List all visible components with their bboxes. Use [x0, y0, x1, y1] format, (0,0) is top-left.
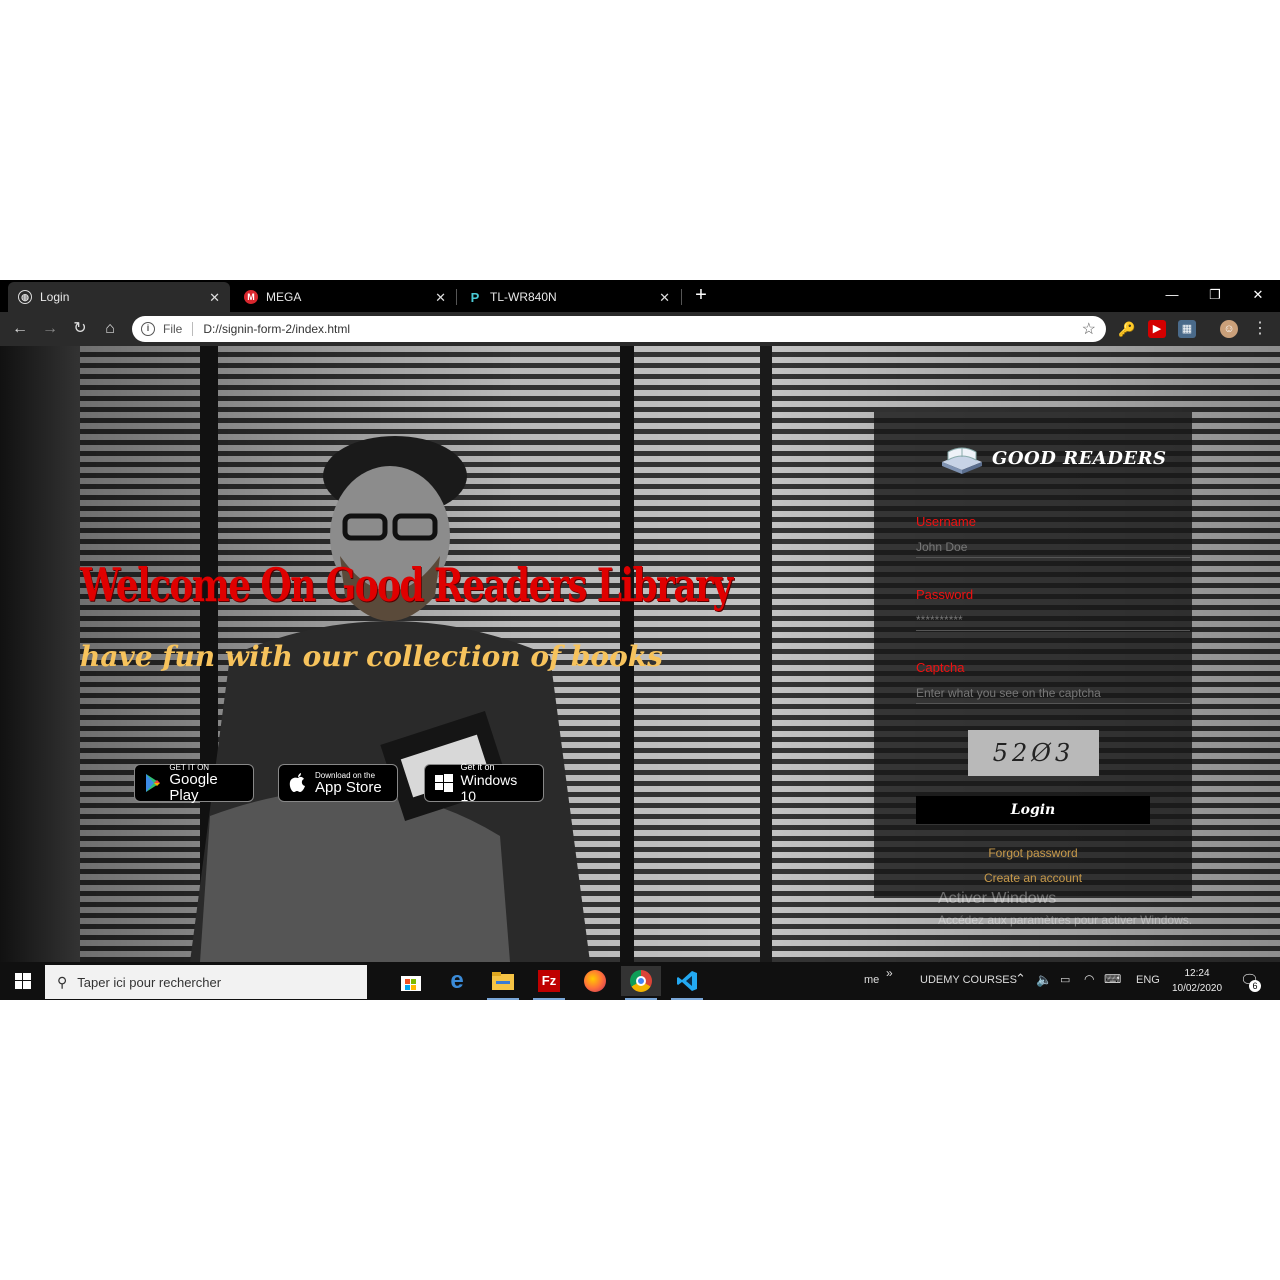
close-window-button[interactable]: ✕	[1238, 284, 1278, 306]
username-label: Username	[916, 514, 976, 529]
vscode-app-icon[interactable]	[667, 966, 707, 1000]
login-panel: GOOD READERS Username Password Captcha 5…	[874, 412, 1192, 898]
background-door	[0, 346, 80, 962]
globe-icon: ◍	[18, 290, 32, 304]
volume-icon[interactable]: 🔈	[1036, 972, 1052, 988]
app-store-badge[interactable]: Download on the App Store	[278, 764, 398, 802]
back-button[interactable]: ←	[8, 317, 32, 341]
captcha-input[interactable]	[916, 682, 1190, 704]
apple-icon	[287, 772, 309, 794]
windows-logo-icon	[14, 973, 31, 989]
background-pillar	[760, 346, 772, 962]
badge-small-text: Get it on	[460, 761, 495, 772]
taskbar-search-placeholder: Taper ici pour rechercher	[77, 974, 222, 990]
extension-icon[interactable]: ▦	[1178, 320, 1196, 338]
badge-big-text: Windows 10	[460, 771, 518, 804]
close-tab-icon[interactable]: ✕	[659, 290, 670, 306]
browser-toolbar: ← → ↻ ⌂ i File D://signin-form-2/index.h…	[0, 312, 1280, 346]
windows-taskbar: ⚲ Taper ici pour rechercher e Fz me » UD…	[0, 962, 1280, 1000]
minimize-button[interactable]: —	[1152, 284, 1192, 306]
mega-icon: M	[244, 290, 258, 304]
hero-title: Welcome On Good Readers Library	[80, 558, 733, 612]
firefox-app-icon[interactable]	[575, 966, 615, 996]
clock-time: 12:24	[1184, 968, 1210, 979]
tab-label: TL-WR840N	[490, 290, 557, 304]
browser-tabstrip: ◍ Login ✕ M MEGA ✕ P TL-WR840N ✕ + — ❐ ✕	[0, 280, 1280, 312]
google-play-badge[interactable]: GET IT ON Google Play	[134, 763, 254, 804]
windows-icon	[433, 772, 455, 794]
tray-expand-chevron[interactable]: »	[886, 966, 893, 980]
google-play-icon	[143, 772, 163, 794]
address-bar[interactable]: i File D://signin-form-2/index.html ☆	[132, 316, 1106, 342]
tab-label: MEGA	[266, 290, 302, 304]
start-button[interactable]	[0, 962, 45, 1000]
activate-windows-hint: Accédez aux paramètres pour activer Wind…	[938, 913, 1193, 927]
clock-date: 10/02/2020	[1171, 983, 1223, 994]
captcha-image: 52Ø3	[968, 730, 1099, 776]
tab-label: Login	[40, 290, 70, 304]
taskbar-search[interactable]: ⚲ Taper ici pour rechercher	[45, 965, 367, 999]
forgot-password-link[interactable]: Forgot password	[874, 846, 1192, 860]
profile-avatar[interactable]: ☺	[1220, 320, 1238, 338]
action-center-button[interactable]: 🗨 6	[1240, 971, 1261, 992]
login-button[interactable]: Login	[916, 796, 1150, 824]
home-button[interactable]: ⌂	[98, 317, 122, 341]
chrome-app-icon[interactable]	[621, 966, 661, 1000]
tplink-icon: P	[470, 289, 480, 305]
tab-login[interactable]: ◍ Login ✕	[8, 282, 230, 312]
edge-app-icon[interactable]: e	[437, 966, 477, 996]
tab-tplink[interactable]: P TL-WR840N ✕	[458, 282, 680, 312]
brand-name: GOOD READERS	[992, 447, 1167, 469]
username-input[interactable]	[916, 536, 1190, 558]
wifi-icon[interactable]: ◠	[1084, 972, 1094, 986]
reader-figure-illustration	[190, 436, 590, 962]
explorer-app-icon[interactable]	[483, 966, 523, 1000]
show-hidden-icons-chevron-icon[interactable]: ⌃	[1015, 971, 1026, 987]
password-input[interactable]	[916, 609, 1190, 631]
new-tab-button[interactable]: +	[690, 284, 712, 306]
bookmark-star-icon[interactable]: ☆	[1082, 319, 1096, 339]
brand-logo: GOOD READERS	[938, 440, 1167, 476]
language-indicator[interactable]: ENG	[1136, 974, 1160, 986]
close-tab-icon[interactable]: ✕	[209, 290, 220, 306]
forward-button[interactable]: →	[38, 317, 62, 341]
close-tab-icon[interactable]: ✕	[435, 290, 446, 306]
address-scheme: File	[163, 322, 183, 336]
key-extension-icon[interactable]: 🔑	[1118, 320, 1136, 338]
tray-udemy-toolbar[interactable]: UDEMY COURSES	[920, 974, 1017, 986]
filezilla-app-icon[interactable]: Fz	[529, 966, 569, 1000]
restore-button[interactable]: ❐	[1195, 284, 1235, 306]
books-logo-icon	[942, 447, 982, 474]
activate-windows-watermark: Activer Windows	[938, 890, 1057, 907]
tray-me-label[interactable]: me	[864, 974, 879, 986]
tab-separator	[681, 289, 682, 305]
keyboard-icon[interactable]: ⌨	[1104, 972, 1121, 986]
tab-separator	[456, 289, 457, 305]
search-icon: ⚲	[57, 973, 68, 990]
menu-kebab-icon[interactable]: ⋮	[1248, 317, 1272, 341]
battery-icon[interactable]: ▭	[1060, 973, 1070, 986]
hero-subtitle: have fun with our collection of books	[80, 640, 663, 673]
badge-big-text: App Store	[315, 778, 382, 796]
create-account-link[interactable]: Create an account	[874, 871, 1192, 885]
reload-button[interactable]: ↻	[68, 317, 92, 341]
badge-big-text: Google Play	[169, 770, 218, 804]
notification-count-badge: 6	[1249, 980, 1261, 992]
info-icon[interactable]: i	[141, 322, 155, 336]
address-divider	[192, 322, 194, 336]
store-app-icon[interactable]	[391, 966, 431, 996]
youtube-extension-icon[interactable]: ▶	[1148, 320, 1166, 338]
captcha-label: Captcha	[916, 660, 965, 675]
tab-mega[interactable]: M MEGA ✕	[234, 282, 456, 312]
address-url: D://signin-form-2/index.html	[203, 322, 351, 336]
windows-store-badge[interactable]: Get it on Windows 10	[424, 761, 544, 804]
page-viewport: Welcome On Good Readers Library have fun…	[0, 346, 1280, 962]
taskbar-clock[interactable]: 12:24 10/02/2020	[1168, 966, 1226, 996]
password-label: Password	[916, 587, 974, 602]
screen: ◍ Login ✕ M MEGA ✕ P TL-WR840N ✕ + — ❐ ✕…	[0, 280, 1280, 1000]
